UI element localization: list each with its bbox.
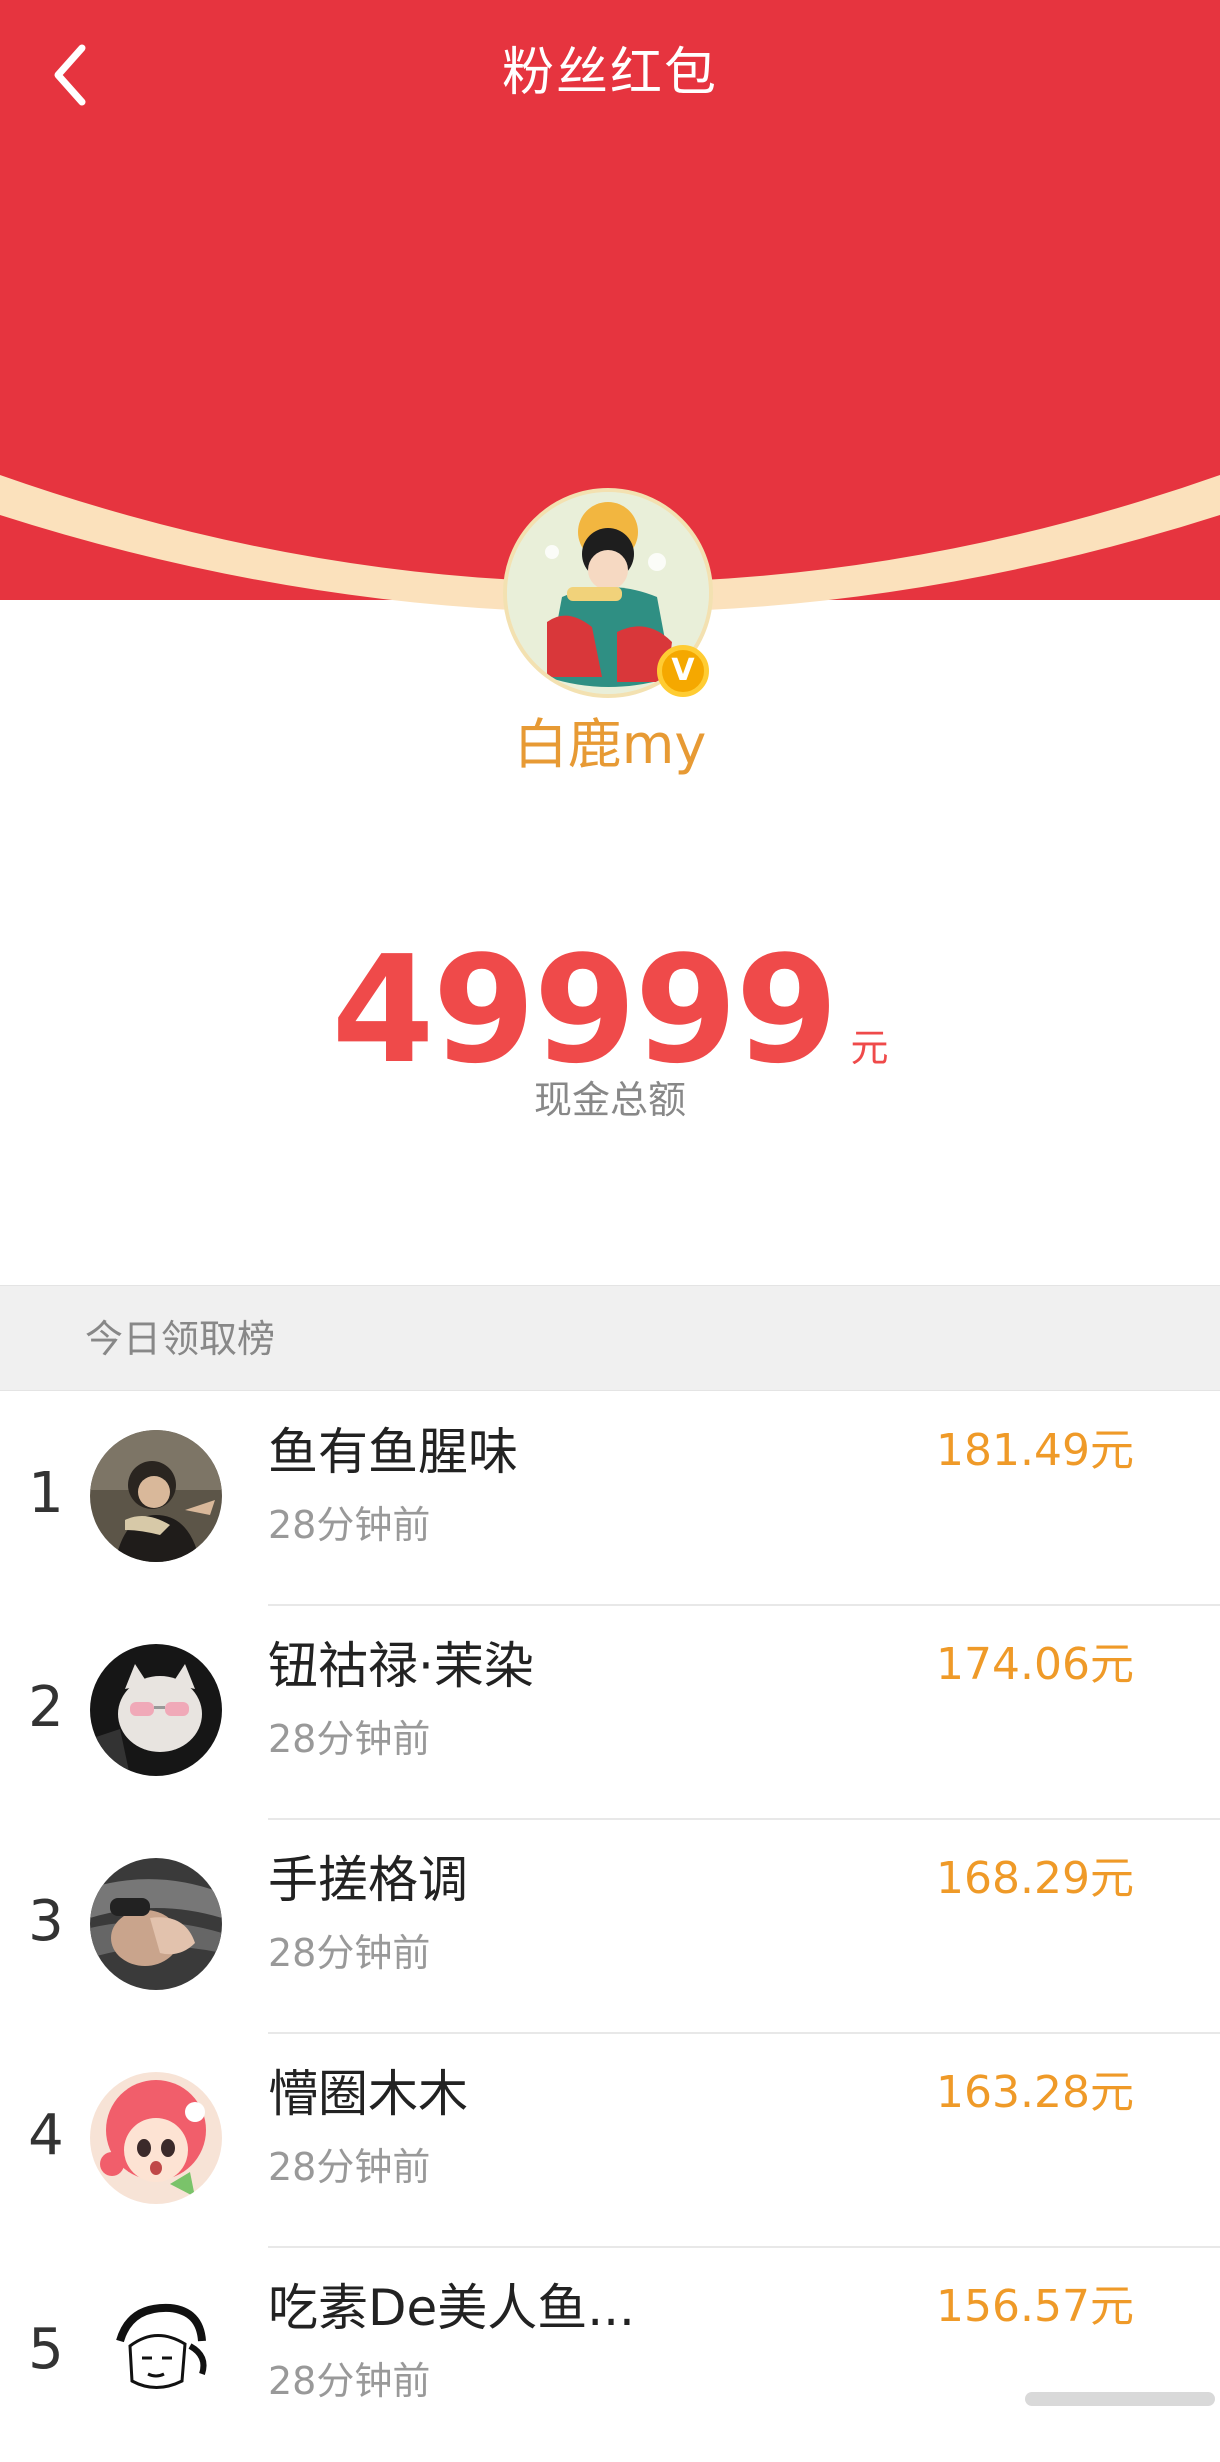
rank-number: 1 (28, 1461, 64, 1526)
row-time: 28分钟前 (268, 1931, 431, 1975)
row-time: 28分钟前 (268, 1717, 431, 1761)
list-item[interactable]: 2 钮祜禄·茉染 28分钟前 174.06元 (0, 1606, 1220, 1820)
avatar-photo (90, 1644, 222, 1776)
avatar[interactable] (90, 1858, 222, 1990)
rank-number: 4 (28, 2103, 64, 2168)
total-amount-row: 49999 元 (0, 930, 1220, 1090)
avatar[interactable] (90, 1644, 222, 1776)
home-indicator[interactable] (1025, 2392, 1215, 2406)
row-time: 28分钟前 (268, 1503, 431, 1547)
row-name: 鱼有鱼腥味 (268, 1423, 518, 1481)
verified-v-icon: V (657, 645, 709, 697)
row-name: 吃素De美人鱼... (268, 2279, 635, 2337)
amount-unit: 元 (850, 1026, 889, 1070)
page-title: 粉丝红包 (501, 43, 718, 103)
avatar-photo (90, 1858, 222, 1990)
avatar-photo (90, 2072, 222, 2204)
avatar[interactable] (90, 2286, 222, 2418)
rank-number: 5 (28, 2317, 64, 2382)
row-amount: 181.49元 (936, 1425, 1134, 1476)
username[interactable]: 白鹿my (0, 710, 1220, 780)
row-amount: 156.57元 (936, 2281, 1134, 2332)
avatar[interactable] (90, 1430, 222, 1562)
total-amount-label: 现金总额 (533, 1078, 686, 1122)
row-amount: 163.28元 (936, 2067, 1134, 2118)
row-name: 手搓格调 (268, 1851, 468, 1909)
list-item[interactable]: 3 手搓格调 28分钟前 168.29元 (0, 1820, 1220, 2034)
leaderboard-header: 今日领取榜 (0, 1285, 1220, 1391)
row-amount: 174.06元 (936, 1639, 1134, 1690)
rank-number: 2 (28, 1675, 64, 1740)
row-name: 懵圈木木 (268, 2065, 468, 2123)
row-time: 28分钟前 (268, 2359, 431, 2403)
avatar[interactable] (90, 2072, 222, 2204)
list-item[interactable]: 1 鱼有鱼腥味 28分钟前 181.49元 (0, 1392, 1220, 1606)
total-amount: 49999 (331, 924, 839, 1096)
list-item[interactable]: 4 懵圈木木 28分钟前 163.28元 (0, 2034, 1220, 2248)
rank-number: 3 (28, 1889, 64, 1954)
row-time: 28分钟前 (268, 2145, 431, 2189)
row-amount: 168.29元 (936, 1853, 1134, 1904)
avatar-photo (90, 1430, 222, 1562)
row-name: 钮祜禄·茉染 (268, 1637, 534, 1695)
list-item[interactable]: 5 吃素De美人鱼... 28分钟前 156.57元 (0, 2248, 1220, 2462)
leaderboard-title: 今日领取榜 (85, 1317, 276, 1361)
avatar-sketch (90, 2286, 222, 2418)
